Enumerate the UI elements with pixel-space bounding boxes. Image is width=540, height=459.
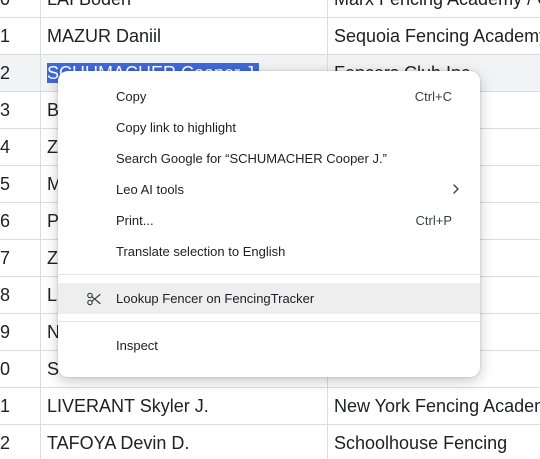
- table-row: 1 LIVERANT Skyler J. New York Fencing Ac…: [0, 387, 540, 425]
- menu-item-label: Search Google for “SCHUMACHER Cooper J.”: [116, 151, 387, 166]
- club-name: New York Fencing Academ: [327, 387, 540, 425]
- menu-item-label: Inspect: [116, 338, 158, 353]
- row-number: 6: [0, 202, 41, 240]
- row-number: 0: [0, 0, 41, 18]
- chevron-right-icon: [453, 184, 459, 194]
- club-name: Sequoia Fencing Academy: [327, 17, 540, 55]
- row-number: 5: [0, 165, 41, 203]
- menu-item-copy[interactable]: Copy Ctrl+C: [58, 81, 480, 112]
- club-name: Schoolhouse Fencing: [327, 424, 540, 459]
- menu-item-lookup-fencer[interactable]: Lookup Fencer on FencingTracker: [58, 283, 480, 314]
- fencer-name: LAI Boden: [40, 0, 328, 18]
- context-menu: Copy Ctrl+C Copy link to highlight Searc…: [58, 71, 480, 377]
- row-number: 2: [0, 54, 41, 92]
- row-number: 1: [0, 387, 41, 425]
- fencer-name: TAFOYA Devin D.: [40, 424, 328, 459]
- menu-shortcut: Ctrl+P: [415, 213, 452, 228]
- row-number: 9: [0, 313, 41, 351]
- table-row: 1 MAZUR Daniil Sequoia Fencing Academy: [0, 17, 540, 55]
- menu-item-search-google[interactable]: Search Google for “SCHUMACHER Cooper J.”: [58, 143, 480, 174]
- menu-item-label: Copy link to highlight: [116, 120, 236, 135]
- row-number: 1: [0, 17, 41, 55]
- club-name: Marx Fencing Academy / C: [327, 0, 540, 18]
- table-row: 2 TAFOYA Devin D. Schoolhouse Fencing: [0, 424, 540, 459]
- menu-item-label: Translate selection to English: [116, 244, 286, 259]
- fencer-name: MAZUR Daniil: [40, 17, 328, 55]
- menu-separator: [58, 274, 480, 275]
- menu-item-label: Lookup Fencer on FencingTracker: [116, 291, 315, 306]
- row-number: 0: [0, 350, 41, 388]
- row-number: 7: [0, 239, 41, 277]
- row-number: 2: [0, 424, 41, 459]
- menu-item-label: Leo AI tools: [116, 182, 184, 197]
- row-number: 8: [0, 276, 41, 314]
- menu-shortcut: Ctrl+C: [414, 89, 452, 104]
- menu-item-label: Copy: [116, 89, 147, 104]
- menu-item-leo-ai-tools[interactable]: Leo AI tools: [58, 174, 480, 205]
- menu-item-copy-link[interactable]: Copy link to highlight: [58, 112, 480, 143]
- fencer-name: LIVERANT Skyler J.: [40, 387, 328, 425]
- menu-item-translate[interactable]: Translate selection to English: [58, 236, 480, 267]
- menu-separator: [58, 321, 480, 322]
- menu-item-label: Print...: [116, 213, 154, 228]
- scissors-icon: [87, 292, 101, 306]
- row-number: 4: [0, 128, 41, 166]
- menu-item-print[interactable]: Print... Ctrl+P: [58, 205, 480, 236]
- table-row: 0 LAI Boden Marx Fencing Academy / C: [0, 0, 540, 18]
- row-number: 3: [0, 91, 41, 129]
- menu-item-inspect[interactable]: Inspect: [58, 330, 480, 361]
- browser-viewport: 0 LAI Boden Marx Fencing Academy / C 1 M…: [0, 0, 540, 459]
